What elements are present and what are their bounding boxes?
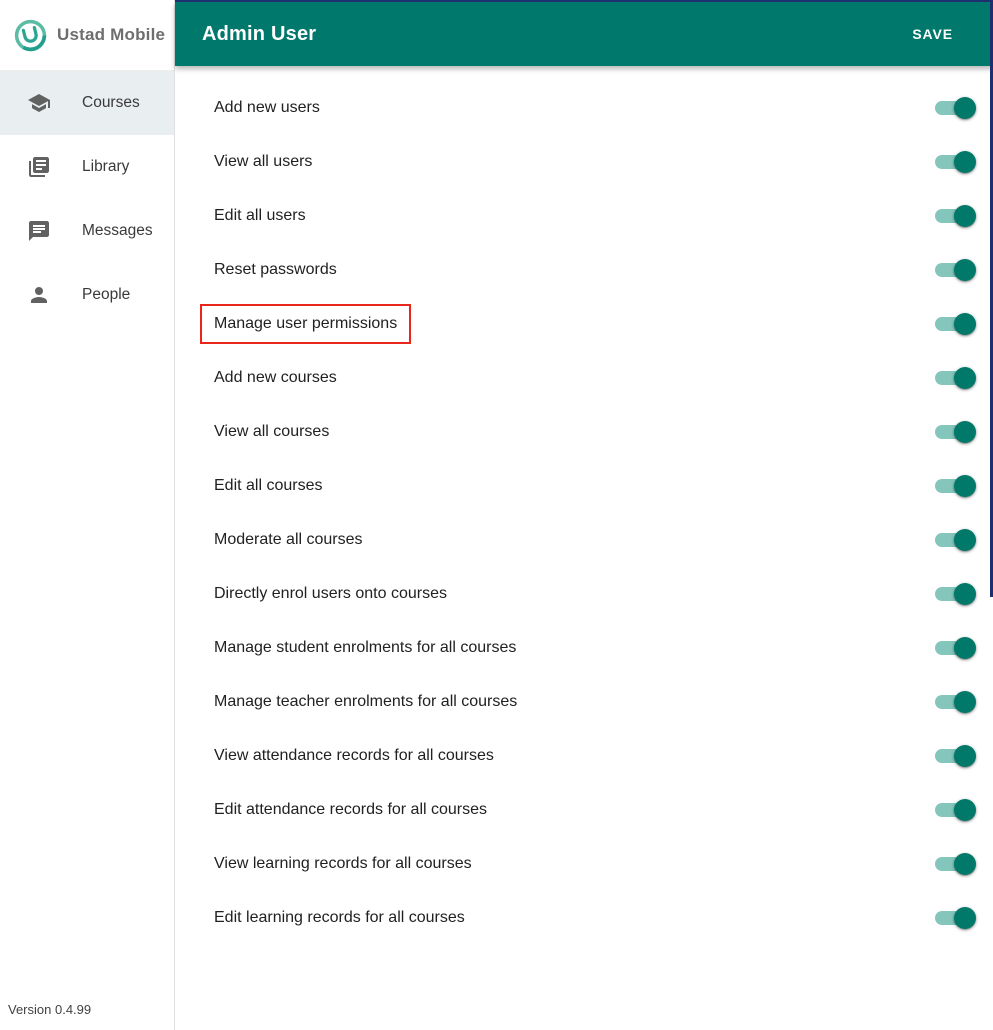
sidebar-item-library[interactable]: Library bbox=[0, 135, 174, 199]
ustad-mobile-logo bbox=[14, 19, 47, 51]
permission-toggle[interactable] bbox=[935, 367, 976, 389]
toggle-thumb bbox=[954, 583, 976, 605]
sidebar-nav: Courses Library Messages People bbox=[0, 71, 174, 327]
permission-row: View all courses bbox=[214, 405, 976, 459]
page-title: Admin User bbox=[202, 22, 317, 45]
library-books-icon bbox=[27, 155, 51, 179]
toggle-thumb bbox=[954, 259, 976, 281]
toggle-thumb bbox=[954, 691, 976, 713]
toggle-thumb bbox=[954, 529, 976, 551]
permission-row: Add new users bbox=[214, 81, 976, 135]
toggle-thumb bbox=[954, 745, 976, 767]
app-name: Ustad Mobile bbox=[57, 25, 166, 44]
permission-label: Moderate all courses bbox=[214, 531, 363, 548]
toggle-thumb bbox=[954, 205, 976, 227]
toggle-thumb bbox=[954, 151, 976, 173]
permission-label: Manage teacher enrolments for all course… bbox=[214, 693, 518, 710]
toggle-thumb bbox=[954, 313, 976, 335]
sidebar-item-people[interactable]: People bbox=[0, 263, 174, 327]
toggle-thumb bbox=[954, 97, 976, 119]
sidebar-item-label: Messages bbox=[82, 222, 153, 239]
window-top-border bbox=[175, 0, 993, 2]
permission-row: Manage student enrolments for all course… bbox=[214, 621, 976, 675]
permission-toggle[interactable] bbox=[935, 799, 976, 821]
permission-toggle[interactable] bbox=[935, 637, 976, 659]
chat-icon bbox=[27, 219, 51, 243]
permission-label: Reset passwords bbox=[214, 261, 337, 278]
permission-row: Reset passwords bbox=[214, 243, 976, 297]
permission-label: Add new courses bbox=[214, 369, 337, 386]
permission-row: View all users bbox=[214, 135, 976, 189]
permission-label: Edit learning records for all courses bbox=[214, 909, 465, 926]
permission-toggle[interactable] bbox=[935, 421, 976, 443]
school-icon bbox=[27, 91, 51, 115]
app-bar: Admin User SAVE bbox=[175, 2, 993, 66]
permission-toggle[interactable] bbox=[935, 205, 976, 227]
permission-toggle[interactable] bbox=[935, 853, 976, 875]
sidebar: Ustad Mobile Courses Library Messages Pe… bbox=[0, 0, 175, 1030]
permission-label: Add new users bbox=[214, 99, 320, 116]
permission-toggle[interactable] bbox=[935, 259, 976, 281]
permission-label: Edit all courses bbox=[214, 477, 323, 494]
toggle-thumb bbox=[954, 475, 976, 497]
sidebar-item-messages[interactable]: Messages bbox=[0, 199, 174, 263]
permission-label: View all courses bbox=[214, 423, 330, 440]
permission-label: Edit attendance records for all courses bbox=[214, 801, 488, 818]
toggle-thumb bbox=[954, 907, 976, 929]
permission-label: Directly enrol users onto courses bbox=[214, 585, 447, 602]
permission-toggle[interactable] bbox=[935, 907, 976, 929]
permission-row: Manage user permissions bbox=[200, 297, 976, 351]
permission-toggle[interactable] bbox=[935, 475, 976, 497]
permission-label: View all users bbox=[214, 153, 313, 170]
main-area: Admin User SAVE Add new users View all u… bbox=[175, 0, 993, 1030]
toggle-thumb bbox=[954, 421, 976, 443]
permission-list: Add new users View all users Edit all us… bbox=[175, 66, 993, 945]
save-button[interactable]: SAVE bbox=[912, 2, 953, 66]
sidebar-item-label: Library bbox=[82, 158, 130, 175]
app-logo-block: Ustad Mobile bbox=[0, 0, 174, 71]
permission-row: Directly enrol users onto courses bbox=[214, 567, 976, 621]
app-window: Ustad Mobile Courses Library Messages Pe… bbox=[0, 0, 993, 1030]
permission-toggle[interactable] bbox=[935, 151, 976, 173]
permission-row: Add new courses bbox=[214, 351, 976, 405]
permission-row: View learning records for all courses bbox=[214, 837, 976, 891]
permission-label: View attendance records for all courses bbox=[214, 747, 494, 764]
permission-toggle[interactable] bbox=[935, 691, 976, 713]
version-label: Version 0.4.99 bbox=[8, 1002, 92, 1017]
sidebar-item-courses[interactable]: Courses bbox=[0, 71, 174, 135]
permission-label: View learning records for all courses bbox=[214, 855, 472, 872]
permission-row: Edit all users bbox=[214, 189, 976, 243]
toggle-thumb bbox=[954, 367, 976, 389]
permission-row: Moderate all courses bbox=[214, 513, 976, 567]
permission-row: Edit all courses bbox=[214, 459, 976, 513]
sidebar-item-label: Courses bbox=[82, 94, 140, 111]
toggle-thumb bbox=[954, 637, 976, 659]
permission-toggle[interactable] bbox=[935, 583, 976, 605]
toggle-thumb bbox=[954, 799, 976, 821]
toggle-thumb bbox=[954, 853, 976, 875]
permission-label: Manage user permissions bbox=[200, 304, 412, 344]
permission-row: Edit attendance records for all courses bbox=[214, 783, 976, 837]
permission-toggle[interactable] bbox=[935, 529, 976, 551]
person-icon bbox=[27, 283, 51, 307]
permission-row: Edit learning records for all courses bbox=[214, 891, 976, 945]
permission-toggle[interactable] bbox=[935, 745, 976, 767]
permission-toggle[interactable] bbox=[935, 313, 976, 335]
permission-row: Manage teacher enrolments for all course… bbox=[214, 675, 976, 729]
permission-label: Manage student enrolments for all course… bbox=[214, 639, 517, 656]
permission-row: View attendance records for all courses bbox=[214, 729, 976, 783]
sidebar-item-label: People bbox=[82, 286, 131, 303]
permission-label: Edit all users bbox=[214, 207, 306, 224]
permission-toggle[interactable] bbox=[935, 97, 976, 119]
